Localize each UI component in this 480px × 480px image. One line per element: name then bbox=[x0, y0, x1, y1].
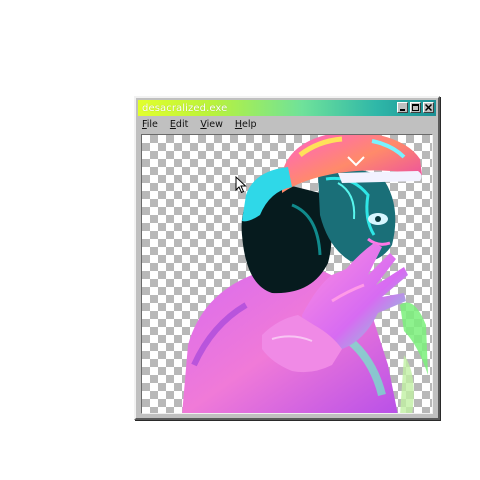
app-window[interactable]: desacralized.exe File Edit View Help bbox=[134, 96, 440, 420]
maximize-icon bbox=[412, 104, 419, 111]
menu-edit-label: dit bbox=[175, 119, 189, 130]
menu-view-label: iew bbox=[206, 119, 223, 130]
menu-help[interactable]: Help bbox=[233, 118, 259, 132]
minimize-button[interactable] bbox=[397, 102, 408, 113]
menu-edit[interactable]: Edit bbox=[168, 118, 190, 132]
title-bar[interactable]: desacralized.exe bbox=[138, 100, 436, 116]
window-controls bbox=[397, 102, 434, 113]
menu-view[interactable]: View bbox=[198, 118, 225, 132]
menu-help-label: elp bbox=[242, 119, 257, 130]
close-button[interactable] bbox=[423, 102, 434, 113]
minimize-icon bbox=[400, 109, 405, 111]
menu-help-accel: H bbox=[234, 119, 243, 130]
neon-portrait-image bbox=[182, 135, 428, 413]
menu-file-label: ile bbox=[146, 119, 158, 130]
close-icon bbox=[425, 104, 432, 111]
window-title: desacralized.exe bbox=[142, 102, 228, 114]
image-canvas[interactable] bbox=[141, 134, 433, 414]
arrow-cursor-icon bbox=[235, 176, 247, 194]
menu-bar: File Edit View Help bbox=[140, 118, 259, 132]
maximize-button[interactable] bbox=[410, 102, 421, 113]
menu-file[interactable]: File bbox=[140, 118, 160, 132]
